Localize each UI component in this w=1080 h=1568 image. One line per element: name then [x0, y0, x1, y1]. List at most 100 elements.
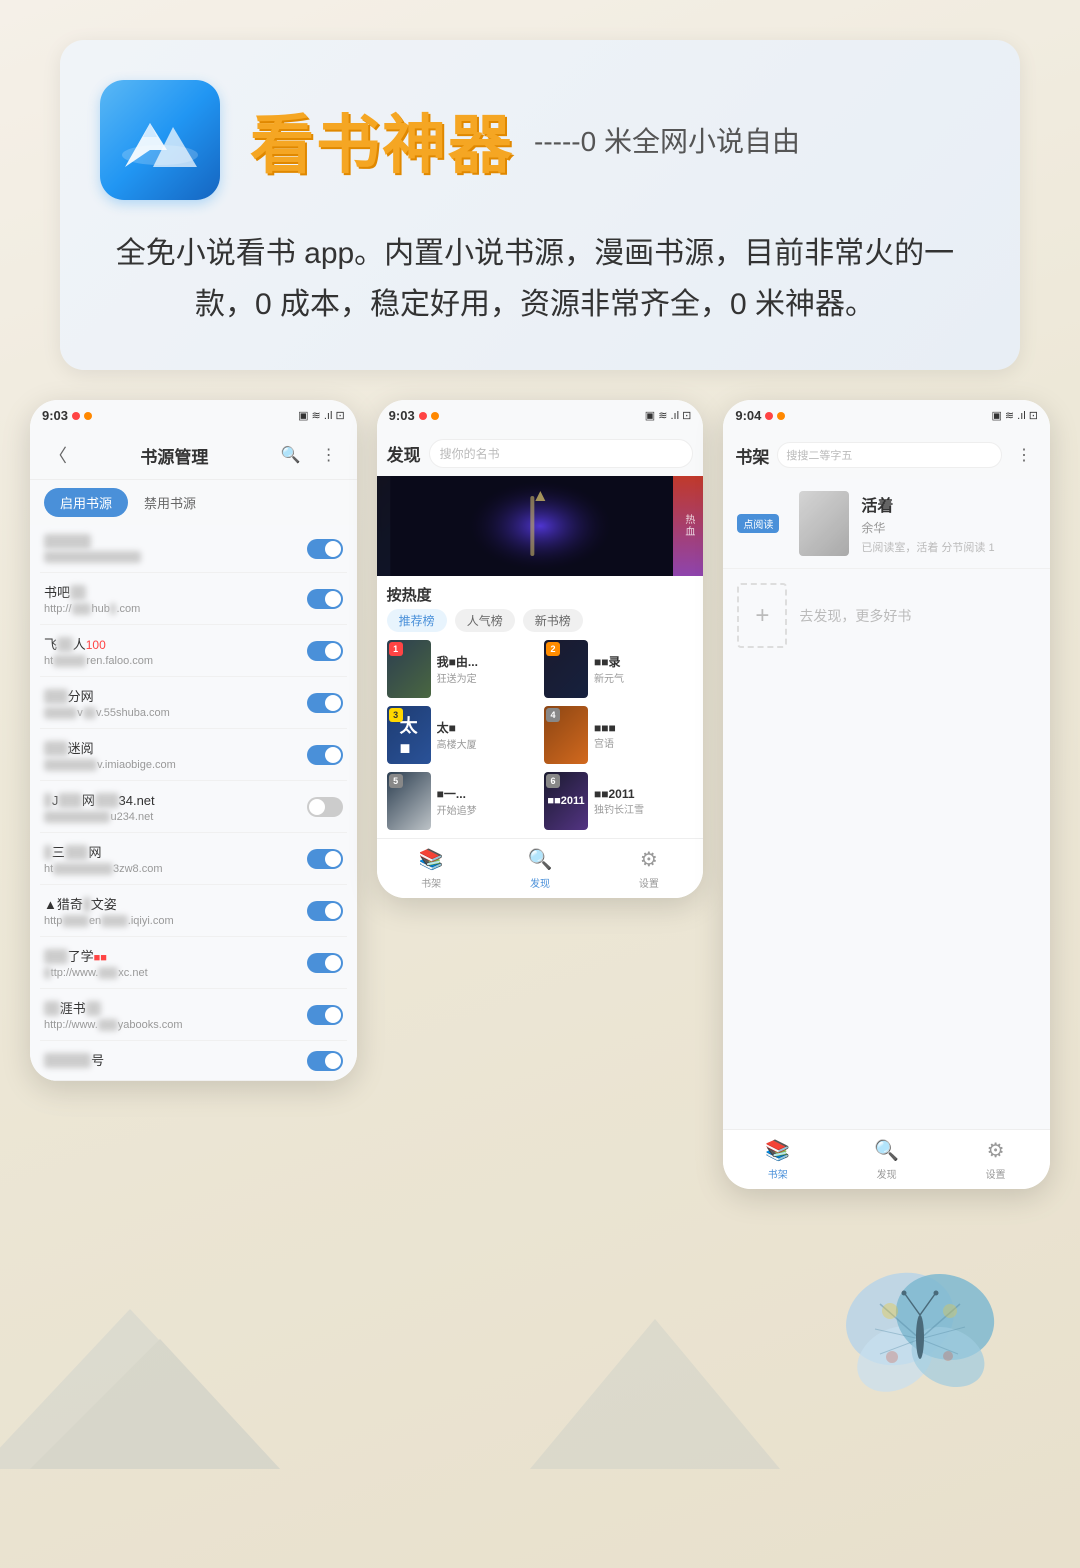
- shelf-book-progress: 已阅读室，活着 分节阅读 1: [861, 539, 1036, 555]
- add-book-text: 去发现，更多好书: [799, 606, 911, 626]
- toggle-4[interactable]: [307, 693, 343, 713]
- status-dot-red: [72, 412, 80, 420]
- status-dot-red-3: [765, 412, 773, 420]
- app-description: 全免小说看书 app。内置小说书源，漫画书源，目前非常火的一款，0 成本，稳定好…: [100, 228, 970, 330]
- book-item-3[interactable]: 3 太■ 太■ 高楼大厦: [387, 706, 536, 764]
- tab-disabled[interactable]: 禁用书源: [128, 488, 212, 517]
- rank-tab-new[interactable]: 新书榜: [523, 609, 583, 632]
- screen1-header: 〈 书源管理 🔍 ⋮: [30, 431, 357, 480]
- shelf-icon: 📚: [419, 847, 444, 872]
- nav-settings-3[interactable]: ⚙ 设置: [941, 1138, 1050, 1181]
- section-label: 按热度: [377, 576, 704, 609]
- nav-shelf-3[interactable]: 📚 书架: [723, 1138, 832, 1181]
- source-item-10[interactable]: ■■涯书■■ http://www.■■■yabooks.com: [40, 989, 347, 1041]
- nav-discover-2[interactable]: 🔍 发现: [486, 847, 595, 890]
- toggle-8[interactable]: [307, 901, 343, 921]
- status-dot-orange: [84, 412, 92, 420]
- book-cover-4: 4: [544, 706, 588, 764]
- settings-icon-3: ⚙: [987, 1138, 1005, 1163]
- toggle-10[interactable]: [307, 1005, 343, 1025]
- source-item-2[interactable]: 书吧■■ http://■■■hub■.com: [40, 573, 347, 625]
- back-button[interactable]: 〈: [44, 441, 72, 469]
- settings-icon: ⚙: [640, 847, 658, 872]
- shelf-header: 书架 搜搜二等字五 ⋮: [723, 431, 1050, 479]
- source-item-5[interactable]: ■■■迷阅 ■■■■■■■■v.imiaobige.com: [40, 729, 347, 781]
- shelf-book-cover: [799, 491, 849, 556]
- discover-search[interactable]: 搜你的名书: [429, 439, 694, 468]
- book-cover-2: 2: [544, 640, 588, 698]
- source-item-7[interactable]: ■三■■■网 ht■■■■■■■■■3zw8.com: [40, 833, 347, 885]
- source-item-9[interactable]: ■■■了学■■ ■ttp://www.■■■xc.net: [40, 937, 347, 989]
- toggle-3[interactable]: [307, 641, 343, 661]
- discover-header: 发现 搜你的名书: [377, 431, 704, 476]
- book-cover-3: 3 太■: [387, 706, 431, 764]
- phone-screen-3: 9:04 ▣ ≋ .ıl ⊡ 书架 搜搜二等字五 ⋮ 点阅读: [723, 400, 1050, 1189]
- source-list: ■■■■■■ http://■■■53■■.com 书吧■■ http://■■…: [30, 525, 357, 1081]
- toggle-9[interactable]: [307, 953, 343, 973]
- book-item-4[interactable]: 4 ■■■ 宫语: [544, 706, 693, 764]
- toggle-7[interactable]: [307, 849, 343, 869]
- shelf-book-item[interactable]: 点阅读 活着 余华 已阅读室，活着 分节阅读 1: [723, 479, 1050, 569]
- screenshots-section: 9:03 ▣ ≋ .ıl ⊡ 〈 书源管理 🔍 ⋮ 启用书源 禁用书源: [30, 400, 1050, 1189]
- shelf-spacer: [723, 879, 1050, 1129]
- source-item-11[interactable]: ■■■■■■号: [40, 1041, 347, 1081]
- toggle-1[interactable]: [307, 539, 343, 559]
- app-subtitle: -----0 米全网小说自由: [534, 120, 800, 160]
- search-icon[interactable]: 🔍: [277, 441, 305, 469]
- rank-tab-recommended[interactable]: 推荐榜: [387, 609, 447, 632]
- source-tabs: 启用书源 禁用书源: [30, 480, 357, 525]
- app-icon: [100, 80, 220, 200]
- shelf-search[interactable]: 搜搜二等字五: [777, 442, 1002, 468]
- add-book-item[interactable]: + 去发现，更多好书: [723, 569, 1050, 662]
- book-cover-6: 6 ■■2011: [544, 772, 588, 830]
- mountain-right-decoration: [530, 1289, 780, 1469]
- book-item-2[interactable]: 2 ■■录 新元气: [544, 640, 693, 698]
- app-card: 看书神器 -----0 米全网小说自由 全免小说看书 app。内置小说书源，漫画…: [60, 40, 1020, 370]
- shelf-book-author: 余华: [861, 519, 1036, 536]
- status-icons-2: ▣ ≋ .ıl ⊡: [645, 409, 692, 422]
- tab-enabled[interactable]: 启用书源: [44, 488, 128, 517]
- bottom-decoration: [0, 1209, 1080, 1469]
- nav-shelf-2[interactable]: 📚 书架: [377, 847, 486, 890]
- butterfly-decoration: [820, 1249, 1020, 1429]
- toggle-2[interactable]: [307, 589, 343, 609]
- source-item-4[interactable]: ■■■分网 ■■■■■v■■v.55shuba.com: [40, 677, 347, 729]
- source-item-8[interactable]: ▲猎奇■文姿 http■■■■en■■■■.iqiyi.com: [40, 885, 347, 937]
- bottom-nav-3: 📚 书架 🔍 发现 ⚙ 设置: [723, 1129, 1050, 1189]
- app-title: 看书神器: [250, 94, 514, 186]
- book-item-1[interactable]: 1 我■由... 狂送为定: [387, 640, 536, 698]
- toggle-11[interactable]: [307, 1051, 343, 1071]
- source-item-3[interactable]: 飞■■人100 ht■■■■■ren.faloo.com: [40, 625, 347, 677]
- toggle-5[interactable]: [307, 745, 343, 765]
- nav-discover-3[interactable]: 🔍 发现: [832, 1138, 941, 1181]
- toggle-6[interactable]: [307, 797, 343, 817]
- bottom-nav-2: 📚 书架 🔍 发现 ⚙ 设置: [377, 838, 704, 898]
- shelf-book-title: 活着: [861, 492, 1036, 516]
- shelf-more-icon[interactable]: ⋮: [1010, 441, 1038, 469]
- more-icon[interactable]: ⋮: [315, 441, 343, 469]
- status-bar-1: 9:03 ▣ ≋ .ıl ⊡: [30, 400, 357, 431]
- screen1-title: 书源管理: [140, 443, 208, 468]
- nav-settings-2[interactable]: ⚙ 设置: [594, 847, 703, 890]
- book-item-5[interactable]: 5 ■一... 开始追梦: [387, 772, 536, 830]
- header-icons: 🔍 ⋮: [277, 441, 343, 469]
- status-time-3: 9:04: [735, 408, 785, 423]
- discover-title: 发现: [387, 441, 421, 466]
- add-icon: +: [737, 583, 787, 648]
- app-title-area: 看书神器 -----0 米全网小说自由: [250, 94, 800, 186]
- status-icons-3: ▣ ≋ .ıl ⊡: [991, 409, 1038, 422]
- app-header: 看书神器 -----0 米全网小说自由: [100, 80, 970, 200]
- shelf-icon-3: 📚: [765, 1138, 790, 1163]
- status-time-2: 9:03: [389, 408, 439, 423]
- status-time-1: 9:03: [42, 408, 92, 423]
- book-grid: 1 我■由... 狂送为定 2 ■■录 新元气 3 太■: [377, 640, 704, 838]
- status-dot-orange-2: [431, 412, 439, 420]
- discover-icon-3: 🔍: [874, 1138, 899, 1163]
- status-bar-2: 9:03 ▣ ≋ .ıl ⊡: [377, 400, 704, 431]
- status-dot-red-2: [419, 412, 427, 420]
- source-item-6[interactable]: ■J■■■网■■■34.net ■■■■■■■■■■u234.net: [40, 781, 347, 833]
- rank-tab-popular[interactable]: 人气榜: [455, 609, 515, 632]
- source-item-1[interactable]: ■■■■■■ http://■■■53■■.com: [40, 525, 347, 573]
- reading-tag: 点阅读: [737, 514, 779, 533]
- book-item-6[interactable]: 6 ■■2011 ■■2011 独钓长江雪: [544, 772, 693, 830]
